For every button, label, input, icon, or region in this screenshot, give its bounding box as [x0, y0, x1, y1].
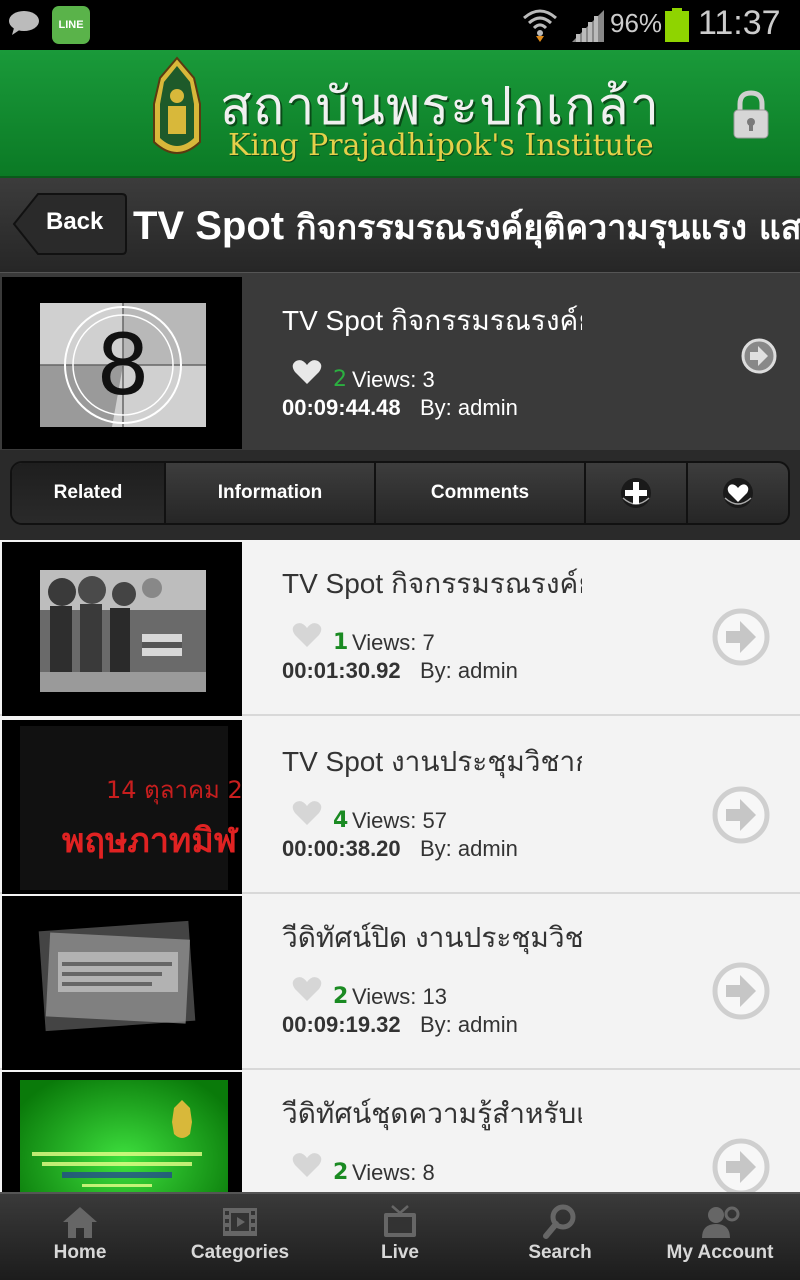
like-count: 4: [333, 808, 349, 833]
arrow-right-icon[interactable]: [712, 786, 770, 844]
line-app-icon: LINE: [52, 6, 90, 44]
title-prefix: TV Spot: [133, 204, 285, 248]
status-bar: LINE 96% 11:37: [0, 0, 800, 50]
video-thumbnail[interactable]: 14 ตุลาคม 2516 พฤษภาทมิฬ: [2, 720, 242, 894]
author: By: admin: [420, 395, 518, 420]
related-video-list: TV Spot กิจกรรมรณรงค์ยุติ 1 Views: 7 00:…: [0, 540, 800, 1192]
search-icon: [543, 1204, 576, 1239]
list-item[interactable]: วีดิทัศน์ปิด งานประชุมวิชาการ 2 Views: 1…: [0, 894, 800, 1070]
back-button[interactable]: Back: [12, 192, 128, 256]
red-title-card-image: 14 ตุลาคม 2516 พฤษภาทมิฬ: [20, 726, 242, 890]
duration: 00:00:38.20: [282, 836, 401, 861]
video-title: วีดิทัศน์ปิด งานประชุมวิชาการ: [282, 922, 582, 953]
account-icon: [702, 1206, 740, 1238]
back-label: Back: [46, 208, 104, 235]
heart-icon[interactable]: [292, 1152, 322, 1178]
title-rest: กิจกรรมรณรงค์ยุติความรุนแรง แส: [284, 208, 800, 248]
chat-bubble-icon: [9, 11, 39, 35]
tab-comments[interactable]: Comments: [376, 463, 586, 523]
nav-my-account-label: My Account: [666, 1242, 774, 1263]
video-thumbnail[interactable]: [2, 1072, 242, 1192]
nav-my-account[interactable]: My Account: [640, 1194, 800, 1280]
home-icon: [63, 1207, 97, 1238]
thumb-event-text: พฤษภาทมิฬ: [62, 821, 239, 861]
view-count: Views: 3: [352, 367, 435, 392]
nav-search-label: Search: [528, 1242, 592, 1263]
view-count: Views: 8: [352, 1160, 435, 1185]
tab-bar: Related Information Comments: [10, 461, 790, 525]
like-count: 1: [333, 630, 349, 655]
like-count: 2: [333, 367, 347, 392]
video-title: TV Spot กิจกรรมรณรงค์ยุติ: [282, 568, 582, 599]
author: By: admin: [420, 1012, 518, 1037]
featured-video[interactable]: 8 TV Spot กิจกรรมรณรงค์ยุติ 2 Views: 3 0…: [0, 272, 800, 450]
battery-icon: [665, 8, 689, 42]
video-thumbnail[interactable]: [2, 542, 242, 716]
view-count: Views: 57: [352, 808, 447, 833]
nav-home[interactable]: Home: [0, 1194, 160, 1280]
clock: 11:37: [698, 4, 781, 42]
like-count: 2: [333, 1160, 349, 1185]
heart-icon[interactable]: [292, 622, 322, 648]
heart-icon: [723, 478, 753, 508]
duration: 00:01:30.92: [282, 658, 401, 683]
heart-icon[interactable]: [292, 359, 322, 385]
nav-home-label: Home: [53, 1242, 107, 1263]
video-title: TV Spot งานประชุมวิชาการ: [282, 746, 582, 777]
title-bar: Back TV Spot กิจกรรมรณรงค์ยุติความรุนแรง…: [0, 178, 800, 272]
nav-live[interactable]: Live: [320, 1194, 480, 1280]
featured-thumbnail[interactable]: 8: [2, 277, 242, 449]
list-item[interactable]: 14 ตุลาคม 2516 พฤษภาทมิฬ TV Spot งานประช…: [0, 718, 800, 894]
view-count: Views: 13: [352, 984, 447, 1009]
featured-title: TV Spot กิจกรรมรณรงค์ยุติ: [282, 305, 582, 336]
nav-live-label: Live: [380, 1242, 420, 1263]
heart-icon[interactable]: [292, 976, 322, 1002]
page-title: TV Spot กิจกรรมรณรงค์ยุติความรุนแรง แส: [133, 200, 800, 254]
arrow-right-icon[interactable]: [712, 962, 770, 1020]
view-count: Views: 7: [352, 630, 435, 655]
tab-related[interactable]: Related: [12, 463, 166, 523]
heart-icon[interactable]: [292, 800, 322, 826]
institute-crest-icon: [153, 56, 201, 154]
plus-icon: [621, 478, 651, 508]
nav-categories-label: Categories: [190, 1242, 290, 1263]
author: By: admin: [420, 658, 518, 683]
wifi-icon: [523, 9, 557, 42]
tab-information-label: Information: [217, 482, 323, 503]
tab-related-label: Related: [53, 482, 123, 503]
tab-favorite[interactable]: [688, 463, 788, 523]
like-count: 2: [333, 984, 349, 1009]
blurred-document-image: [2, 896, 242, 1070]
duration: 00:09:19.32: [282, 1012, 401, 1037]
thumb-date-text: 14 ตุลาคม 2516: [106, 776, 242, 805]
video-thumbnail[interactable]: [2, 896, 242, 1070]
tab-add[interactable]: [586, 463, 688, 523]
arrow-right-icon[interactable]: [740, 337, 778, 375]
tab-information[interactable]: Information: [166, 463, 376, 523]
countdown-number: 8: [96, 316, 149, 414]
nav-categories[interactable]: Categories: [160, 1194, 320, 1280]
tab-bar-container: Related Information Comments: [0, 450, 800, 540]
signal-icon: [572, 10, 604, 42]
list-item[interactable]: TV Spot กิจกรรมรณรงค์ยุติ 1 Views: 7 00:…: [0, 540, 800, 716]
green-title-card-image: [20, 1080, 228, 1192]
list-item[interactable]: วีดิทัศน์ชุดความรู้สำหรับเยาวชน 2 Views:…: [0, 1070, 800, 1192]
institute-english-name: King Prajadhipok's Institute: [228, 128, 654, 163]
protest-crowd-image: [40, 570, 206, 692]
lock-icon[interactable]: [730, 90, 772, 140]
arrow-right-icon[interactable]: [712, 608, 770, 666]
duration: 00:09:44.48: [282, 395, 401, 420]
battery-percentage: 96%: [610, 8, 663, 38]
tab-comments-label: Comments: [430, 482, 530, 503]
arrow-right-icon[interactable]: [712, 1138, 770, 1192]
nav-search[interactable]: Search: [480, 1194, 640, 1280]
countdown-leader-image: 8: [40, 303, 206, 427]
video-title: วีดิทัศน์ชุดความรู้สำหรับเยาวชน: [282, 1098, 582, 1129]
app-banner: สถาบันพระปกเกล้า King Prajadhipok's Inst…: [0, 50, 800, 178]
tv-icon: [384, 1205, 416, 1237]
author: By: admin: [420, 836, 518, 861]
bottom-navigation: Home Categories Live Search My Account: [0, 1192, 800, 1280]
film-icon: [223, 1208, 257, 1236]
